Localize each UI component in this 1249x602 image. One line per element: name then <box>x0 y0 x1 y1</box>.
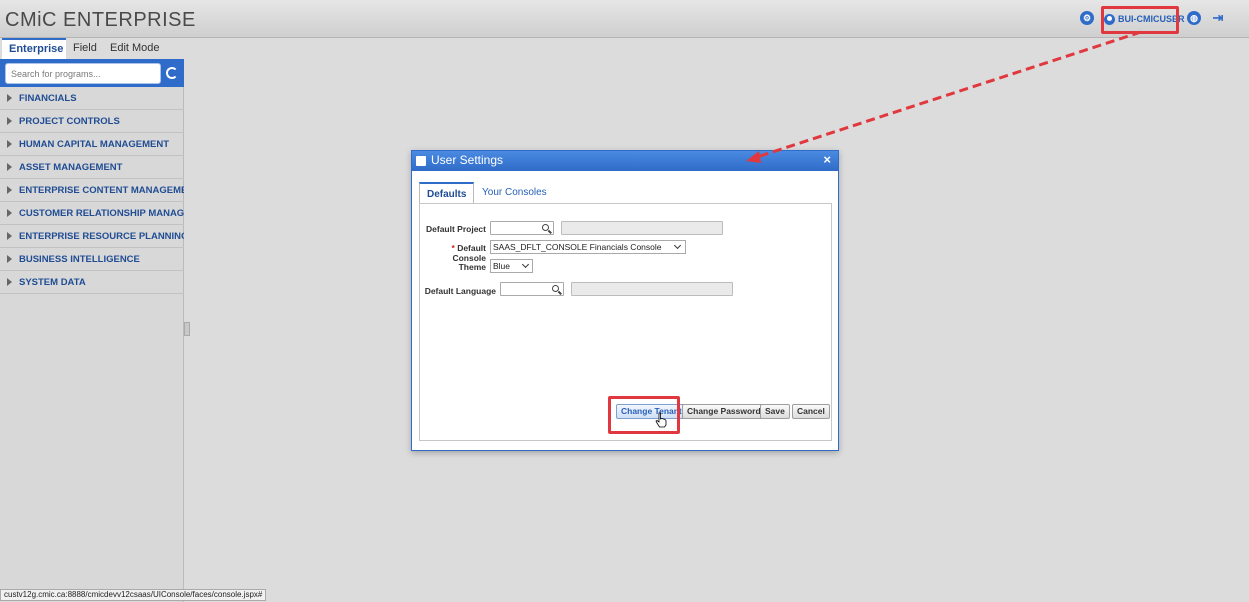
dialog-title-bar[interactable]: User Settings × <box>412 151 838 171</box>
tab-field[interactable]: Field <box>66 38 104 59</box>
default-project-label: Default Project <box>426 224 486 234</box>
globe-icon[interactable]: ◍ <box>1187 11 1201 25</box>
settings-icon[interactable]: ⚙ <box>1080 11 1094 25</box>
user-highlight-box <box>1101 6 1179 34</box>
default-language-label: Default Language <box>424 286 496 296</box>
expand-caret-icon <box>7 255 12 263</box>
sidebar-item-human-capital-management[interactable]: HUMAN CAPITAL MANAGEMENT <box>0 133 184 156</box>
sidebar-item-enterprise-content-management[interactable]: ENTERPRISE CONTENT MANAGEMENT <box>0 179 184 202</box>
expand-caret-icon <box>7 186 12 194</box>
program-search-input[interactable] <box>5 63 161 84</box>
sidebar-item-system-data[interactable]: SYSTEM DATA <box>0 271 184 294</box>
default-project-description <box>561 221 723 235</box>
refresh-icon[interactable] <box>166 67 178 79</box>
tab-edit-mode[interactable]: Edit Mode <box>103 38 167 59</box>
sidebar-item-enterprise-resource-planning[interactable]: ENTERPRISE RESOURCE PLANNING <box>0 225 184 248</box>
app-title: CMiC ENTERPRISE <box>5 9 196 31</box>
default-console-label: * Default Console <box>451 243 487 263</box>
sidebar-item-financials[interactable]: FINANCIALS <box>0 87 184 110</box>
change-tenant-highlight-box <box>608 396 680 434</box>
settings-window-icon <box>416 156 426 166</box>
sidebar-item-project-controls[interactable]: PROJECT CONTROLS <box>0 110 184 133</box>
dialog-title: User Settings <box>431 153 504 167</box>
expand-caret-icon <box>7 278 12 286</box>
expand-caret-icon <box>7 209 12 217</box>
required-marker: * <box>451 243 455 253</box>
search-icon[interactable] <box>552 285 559 292</box>
module-list: FINANCIALS PROJECT CONTROLS HUMAN CAPITA… <box>0 87 184 294</box>
sidebar: FINANCIALS PROJECT CONTROLS HUMAN CAPITA… <box>0 59 184 602</box>
status-url: custv12g.cmic.ca:8888/cmicdevv12csaas/UI… <box>0 589 267 601</box>
logout-icon[interactable]: ⇥ <box>1211 11 1225 25</box>
cancel-button[interactable]: Cancel <box>792 404 830 419</box>
change-password-button[interactable]: Change Password <box>682 404 766 419</box>
default-language-description <box>571 282 733 296</box>
tab-enterprise[interactable]: Enterprise <box>2 38 66 59</box>
app-header: CMiC ENTERPRISE ⚙ BUI-CMICUSER ◍ ⇥ <box>0 0 1249 38</box>
expand-caret-icon <box>7 94 12 102</box>
expand-caret-icon <box>7 232 12 240</box>
expand-caret-icon <box>7 140 12 148</box>
save-button[interactable]: Save <box>760 404 790 419</box>
tab-your-consoles[interactable]: Your Consoles <box>475 182 554 204</box>
default-console-select[interactable]: SAAS_DFLT_CONSOLE Financials Console <box>490 240 686 254</box>
sidebar-item-business-intelligence[interactable]: BUSINESS INTELLIGENCE <box>0 248 184 271</box>
expand-caret-icon <box>7 163 12 171</box>
search-icon[interactable] <box>542 224 549 231</box>
sidebar-collapse-handle[interactable] <box>184 322 190 336</box>
hand-cursor-icon <box>655 412 667 428</box>
sidebar-item-customer-relationship-management[interactable]: CUSTOMER RELATIONSHIP MANAGEMENT <box>0 202 184 225</box>
close-icon[interactable]: × <box>823 152 831 167</box>
theme-label: Theme <box>458 262 486 272</box>
sidebar-item-asset-management[interactable]: ASSET MANAGEMENT <box>0 156 184 179</box>
expand-caret-icon <box>7 117 12 125</box>
tab-defaults[interactable]: Defaults <box>419 182 474 204</box>
module-tabs: Enterprise Field Edit Mode <box>0 38 1249 59</box>
program-search-bar <box>0 59 184 87</box>
